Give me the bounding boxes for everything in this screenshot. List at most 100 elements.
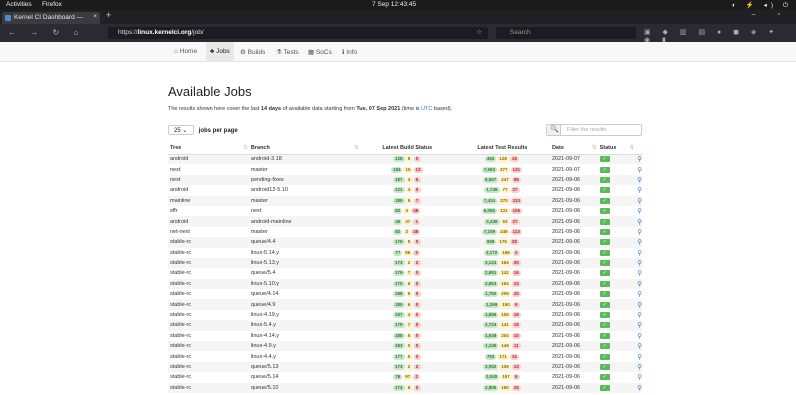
nav-tests[interactable]: ⚗ Tests [276, 48, 299, 56]
tree-cell[interactable]: android [168, 154, 251, 164]
table-row[interactable]: stable-rc linux-4.4.y 177 5 0 763 171 15 2021-09… [168, 351, 642, 361]
url-bar[interactable]: https://linux.kernelci.org/job/ ☆ [108, 27, 488, 39]
table-row[interactable]: stable-rc queue/5.10 174 6 0 2,806 160 16 2021-0… [168, 382, 642, 393]
details-search-icon[interactable]: ⚲ [637, 385, 642, 392]
details-search-icon[interactable]: ⚲ [637, 219, 642, 226]
branch-cell[interactable]: queue/4.14 [251, 289, 362, 299]
utc-link[interactable]: UTC [421, 106, 432, 112]
tree-cell[interactable]: stable-rc [168, 258, 251, 268]
tree-cell[interactable]: stable-rc [168, 320, 251, 330]
sort-icon[interactable]: ⇅ [354, 145, 359, 151]
table-row[interactable]: stable-rc linux-5.10.y 170 6 0 2,863 164 14 2021… [168, 278, 642, 290]
table-row[interactable]: stable-rc queue/4.14 188 5 0 1,750 206 10 2021-0… [168, 289, 642, 299]
details-search-icon[interactable]: ⚲ [637, 177, 642, 184]
branch-cell[interactable]: linux-5.10.y [251, 279, 362, 289]
bookmark-star-icon[interactable]: ☆ [476, 28, 482, 36]
branch-cell[interactable]: queue/5.13 [251, 362, 362, 372]
tree-cell[interactable]: stable-rc [168, 383, 251, 393]
branch-cell[interactable]: linux-4.4.y [251, 351, 362, 361]
table-row[interactable]: stable-rc linux-5.4.y 179 7 0 2,724 141 16 2021-… [168, 320, 642, 331]
branch-cell[interactable]: queue/4.4 [251, 237, 362, 247]
table-row[interactable]: sffr next 82 3 48 6,055 131 106 2021-09-06 ✓ ⚲ [168, 206, 642, 216]
nav-buttons[interactable]: ← → ↻ ⌂ [8, 28, 84, 37]
table-row[interactable]: stable-rc queue/5.13 173 2 2 3,052 139 13 2021-0… [168, 361, 642, 373]
nav-jobs[interactable]: ♣ Jobs [210, 48, 230, 55]
branch-cell[interactable]: linux-4.19.y [251, 310, 362, 320]
tree-cell[interactable]: sffr [168, 206, 251, 216]
table-row[interactable]: mainline master 189 5 7 7,424 270 113 2021-09-06… [168, 195, 642, 206]
new-tab-button[interactable]: + [106, 10, 111, 20]
search-bar[interactable]: Search [496, 27, 636, 39]
system-tray-icons[interactable]: ◐ ⚡ ◂) ⏻ [732, 1, 792, 10]
branch-cell[interactable]: queue/5.4 [251, 268, 362, 278]
branch-cell[interactable]: master [251, 196, 362, 206]
tree-cell[interactable]: stable-rc [168, 362, 251, 372]
details-search-icon[interactable]: ⚲ [637, 250, 642, 257]
branch-cell[interactable]: queue/4.9 [251, 299, 362, 309]
table-row[interactable]: android android12-5.10 121 4 0 1,745 77 27 2021-… [168, 185, 642, 195]
table-row[interactable]: stable-rc linux-4.19.y 187 4 0 1,856 106 16 2021… [168, 310, 642, 320]
details-search-icon[interactable]: ⚲ [637, 270, 642, 277]
nav-home[interactable]: ⌂ Home [174, 48, 197, 55]
tree-cell[interactable]: stable-rc [168, 268, 251, 278]
details-search-icon[interactable]: ⚲ [637, 167, 642, 174]
branch-cell[interactable]: linux-4.14.y [251, 331, 362, 341]
tree-cell[interactable]: next [168, 175, 251, 185]
table-row[interactable]: stable-rc queue/5.14 76 97 2 3,040 157 6 2021-09… [168, 372, 642, 382]
app-menu-firefox[interactable]: Firefox [42, 1, 62, 8]
table-row[interactable]: stable-rc linux-5.13.y 173 2 2 3,124 164 25 2021… [168, 257, 642, 269]
tree-cell[interactable]: stable-rc [168, 299, 251, 309]
branch-cell[interactable]: android-3.18 [251, 154, 362, 164]
sort-icon[interactable]: ⇅ [243, 145, 248, 151]
table-row[interactable]: stable-rc queue/5.4 179 7 0 2,651 142 16 2021-09… [168, 268, 642, 278]
branch-cell[interactable]: linux-5.4.y [251, 320, 362, 330]
details-search-icon[interactable]: ⚲ [637, 333, 642, 340]
activities-button[interactable]: Activities [6, 1, 32, 8]
nav-info[interactable]: ℹ Info [342, 48, 357, 56]
details-search-icon[interactable]: ⚲ [637, 281, 642, 288]
details-search-icon[interactable]: ⚲ [637, 322, 642, 329]
filter-box[interactable]: 🔍 Filter the results [546, 124, 642, 136]
sort-icon[interactable]: ⇅ [592, 145, 597, 151]
details-search-icon[interactable]: ⚲ [637, 291, 642, 298]
table-row[interactable]: next master 184 15 13 7,663 377 131 2021-09-07 ✓ ⚲ [168, 164, 642, 174]
details-search-icon[interactable]: ⚲ [637, 239, 642, 246]
tree-cell[interactable]: stable-rc [168, 310, 251, 320]
col-header-tree[interactable]: Tree ⇅ [168, 143, 251, 155]
table-row[interactable]: stable-rc queue/4.9 185 6 0 1,269 150 6 2021-09-… [168, 299, 642, 310]
details-search-icon[interactable]: ⚲ [637, 343, 642, 350]
per-page-select[interactable]: 25 ⌄ [168, 125, 194, 135]
table-row[interactable]: android android-3.18 128 9 0 463 128 15 2021-09-… [168, 154, 642, 165]
details-search-icon[interactable]: ⚲ [637, 260, 642, 267]
tree-cell[interactable]: stable-rc [168, 351, 251, 361]
branch-cell[interactable]: queue/5.10 [251, 383, 362, 393]
tree-cell[interactable]: next [168, 164, 251, 174]
close-tab-icon[interactable]: × [93, 13, 97, 20]
browser-tab-kernelci[interactable]: Kernel CI Dashboard — × [2, 12, 100, 24]
table-row[interactable]: android android-mainline 45 37 1 2,438 53 27 202… [168, 216, 642, 227]
filter-input[interactable]: Filter the results [567, 127, 606, 133]
branch-cell[interactable]: android12-5.10 [251, 185, 362, 195]
table-row[interactable]: stable-rc linux-5.14.y 77 96 2 3,172 166 2 2021-… [168, 248, 642, 258]
tree-cell[interactable]: stable-rc [168, 372, 251, 382]
tree-cell[interactable]: stable-rc [168, 279, 251, 289]
branch-cell[interactable]: linux-5.14.y [251, 248, 362, 258]
details-search-icon[interactable]: ⚲ [637, 354, 642, 361]
table-row[interactable]: stable-rc linux-4.9.y 183 0 0 1,245 146 11 2021-… [168, 341, 642, 352]
system-clock[interactable]: 7 Sep 12:43:45 [372, 1, 416, 8]
tree-cell[interactable]: android [168, 185, 251, 195]
branch-cell[interactable]: queue/5.14 [251, 372, 362, 382]
table-row[interactable]: stable-rc queue/4.4 179 5 0 868 175 28 2021-09-0… [168, 237, 642, 248]
details-search-icon[interactable]: ⚲ [637, 229, 642, 236]
tree-cell[interactable]: mainline [168, 196, 251, 206]
table-row[interactable]: net-next master 82 3 48 7,159 249 113 2021-09-06… [168, 227, 642, 237]
table-row[interactable]: next pending-fixes 187 4 6 6,567 247 98 2021-09-… [168, 174, 642, 186]
nav-builds[interactable]: ⚙ Builds [240, 48, 265, 56]
tree-cell[interactable]: stable-rc [168, 331, 251, 341]
col-header-branch[interactable]: Branch ⇅ [250, 143, 362, 155]
col-header-date[interactable]: Date ⇅ [551, 143, 600, 155]
details-search-icon[interactable]: ⚲ [637, 198, 642, 205]
details-search-icon[interactable]: ⚲ [637, 364, 642, 371]
tree-cell[interactable]: android [168, 216, 251, 226]
tree-cell[interactable]: stable-rc [168, 237, 251, 247]
